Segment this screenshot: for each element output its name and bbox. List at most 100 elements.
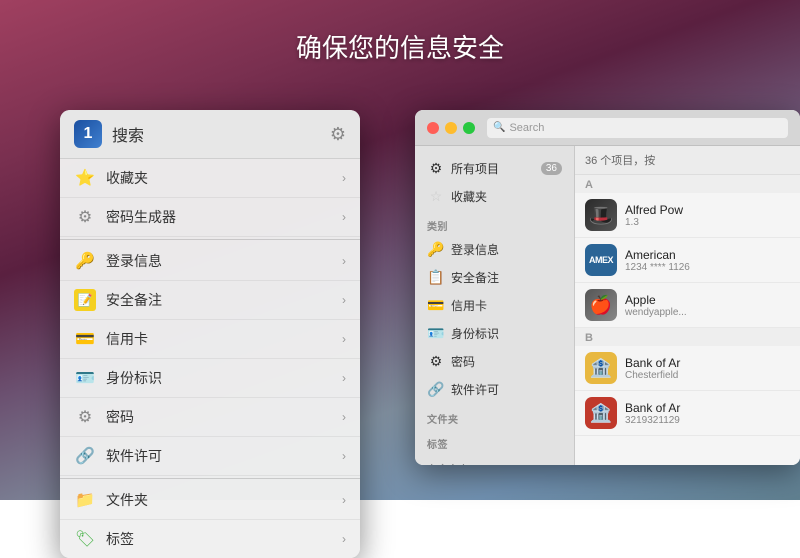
arrow-icon: ›	[342, 410, 346, 424]
favorites-icon: ⭐	[74, 167, 96, 189]
list-item-apple[interactable]: 🍎 Apple wendyapple...	[575, 283, 800, 328]
divider	[60, 478, 360, 479]
password-icon: ⚙	[74, 406, 96, 428]
app-body: ⚙ 所有项目 36 ☆ 收藏夹 类别 🔑 登录信息 📋 安全备注	[415, 146, 800, 465]
identity-icon: 🪪	[74, 367, 96, 389]
sidebar-item-label: 密码	[451, 353, 475, 370]
title-bar: 🔍 Search	[415, 110, 800, 146]
folder-icon: 📁	[74, 489, 96, 511]
alfred-sub: 1.3	[625, 217, 790, 228]
arrow-icon: ›	[342, 293, 346, 307]
arrow-icon: ›	[342, 254, 346, 268]
password-icon: ⚙	[427, 352, 445, 370]
content-area: 36 个项目，按 A 🎩 Alfred Pow 1.3 AMEX America…	[575, 146, 800, 465]
sidebar-item-label: 安全备注	[451, 269, 499, 286]
gear-icon[interactable]: ⚙	[330, 124, 346, 145]
identity-icon: 🪪	[427, 324, 445, 342]
apple-sub: wendyapple...	[625, 307, 790, 318]
credit-card-icon: 💳	[74, 328, 96, 350]
sidebar-item-label: 软件许可	[451, 381, 499, 398]
arrow-icon: ›	[342, 532, 346, 546]
maximize-button[interactable]	[463, 122, 475, 134]
arrow-icon: ›	[342, 171, 346, 185]
popup-item-label: 文件夹	[106, 490, 342, 510]
popup-item-login[interactable]: 🔑 登录信息 ›	[60, 242, 360, 281]
sidebar-item-favorites[interactable]: ☆ 收藏夹	[415, 182, 574, 210]
sidebar-item-software-license[interactable]: 🔗 软件许可	[415, 375, 574, 403]
popup-item-folder[interactable]: 📁 文件夹 ›	[60, 481, 360, 520]
popup-logo: 1	[74, 120, 102, 148]
all-items-icon: ⚙	[427, 159, 445, 177]
popup-search-label: 搜索	[112, 122, 330, 146]
apple-info: Apple wendyapple...	[625, 293, 790, 318]
sidebar-section-folder: 文件夹	[415, 403, 574, 428]
popup-item-favorites[interactable]: ⭐ 收藏夹 ›	[60, 159, 360, 198]
popup-item-label: 密码生成器	[106, 207, 342, 227]
software-license-icon: 🔗	[427, 380, 445, 398]
list-item-bank1[interactable]: 🏦 Bank of Ar Chesterfield	[575, 346, 800, 391]
list-item-alfred[interactable]: 🎩 Alfred Pow 1.3	[575, 193, 800, 238]
login-icon: 🔑	[427, 240, 445, 258]
amex-name: American	[625, 248, 790, 262]
bank2-info: Bank of Ar 3219321129	[625, 401, 790, 426]
sidebar-item-credit-card[interactable]: 💳 信用卡	[415, 291, 574, 319]
popup-item-identity[interactable]: 🪪 身份标识 ›	[60, 359, 360, 398]
sidebar-item-login[interactable]: 🔑 登录信息	[415, 235, 574, 263]
all-items-badge: 36	[541, 162, 562, 175]
search-placeholder: Search	[509, 122, 544, 134]
arrow-icon: ›	[342, 210, 346, 224]
sidebar-item-label: 信用卡	[451, 297, 487, 314]
popup-item-label: 信用卡	[106, 329, 342, 349]
sidebar-item-secure-notes[interactable]: 📋 安全备注	[415, 263, 574, 291]
bank2-icon: 🏦	[585, 397, 617, 429]
password-gen-icon: ⚙	[74, 206, 96, 228]
popup-item-label: 标签	[106, 529, 342, 549]
popup-header: 1 搜索 ⚙	[60, 110, 360, 159]
divider	[60, 239, 360, 240]
popup-item-label: 安全备注	[106, 290, 342, 310]
page-title: 确保您的信息安全	[0, 28, 800, 65]
arrow-icon: ›	[342, 449, 346, 463]
search-icon: 🔍	[493, 122, 505, 133]
arrow-icon: ›	[342, 371, 346, 385]
popup-item-secure-notes[interactable]: 📝 安全备注 ›	[60, 281, 360, 320]
amex-sub: 1234 **** 1126	[625, 262, 790, 273]
alfred-info: Alfred Pow 1.3	[625, 203, 790, 228]
apple-name: Apple	[625, 293, 790, 307]
sidebar-section-security: 安全审查	[415, 453, 574, 465]
popup-menu: 1 搜索 ⚙ ⭐ 收藏夹 › ⚙ 密码生成器 › 🔑 登录信息 › 📝 安全备注…	[60, 110, 360, 558]
bank1-icon: 🏦	[585, 352, 617, 384]
app-window: 🔍 Search ⚙ 所有项目 36 ☆ 收藏夹 类别 🔑 登录信息	[415, 110, 800, 465]
sidebar-item-password[interactable]: ⚙ 密码	[415, 347, 574, 375]
sidebar-item-label: 身份标识	[451, 325, 499, 342]
popup-item-password-gen[interactable]: ⚙ 密码生成器 ›	[60, 198, 360, 237]
popup-item-software-license[interactable]: 🔗 软件许可 ›	[60, 437, 360, 476]
popup-item-tags[interactable]: 🏷 标签 ›	[60, 520, 360, 558]
section-letter-a: A	[575, 175, 800, 193]
sidebar-section-categories: 类别	[415, 210, 574, 235]
list-item-amex[interactable]: AMEX American 1234 **** 1126	[575, 238, 800, 283]
sidebar-section-tags: 标签	[415, 428, 574, 453]
login-icon: 🔑	[74, 250, 96, 272]
favorites-icon: ☆	[427, 187, 445, 205]
popup-item-label: 密码	[106, 407, 342, 427]
content-header: 36 个项目，按	[575, 146, 800, 175]
list-item-bank2[interactable]: 🏦 Bank of Ar 3219321129	[575, 391, 800, 436]
alfred-icon: 🎩	[585, 199, 617, 231]
bank2-sub: 3219321129	[625, 415, 790, 426]
software-license-icon: 🔗	[74, 445, 96, 467]
traffic-lights	[427, 122, 475, 134]
sidebar-item-all[interactable]: ⚙ 所有项目 36	[415, 154, 574, 182]
section-letter-b: B	[575, 328, 800, 346]
sidebar-item-identity[interactable]: 🪪 身份标识	[415, 319, 574, 347]
close-button[interactable]	[427, 122, 439, 134]
popup-item-credit-card[interactable]: 💳 信用卡 ›	[60, 320, 360, 359]
secure-notes-icon: 📝	[74, 289, 96, 311]
bank1-sub: Chesterfield	[625, 370, 790, 381]
search-bar[interactable]: 🔍 Search	[487, 118, 788, 138]
popup-item-password[interactable]: ⚙ 密码 ›	[60, 398, 360, 437]
bank1-name: Bank of Ar	[625, 356, 790, 370]
popup-item-label: 收藏夹	[106, 168, 342, 188]
popup-item-label: 登录信息	[106, 251, 342, 271]
minimize-button[interactable]	[445, 122, 457, 134]
